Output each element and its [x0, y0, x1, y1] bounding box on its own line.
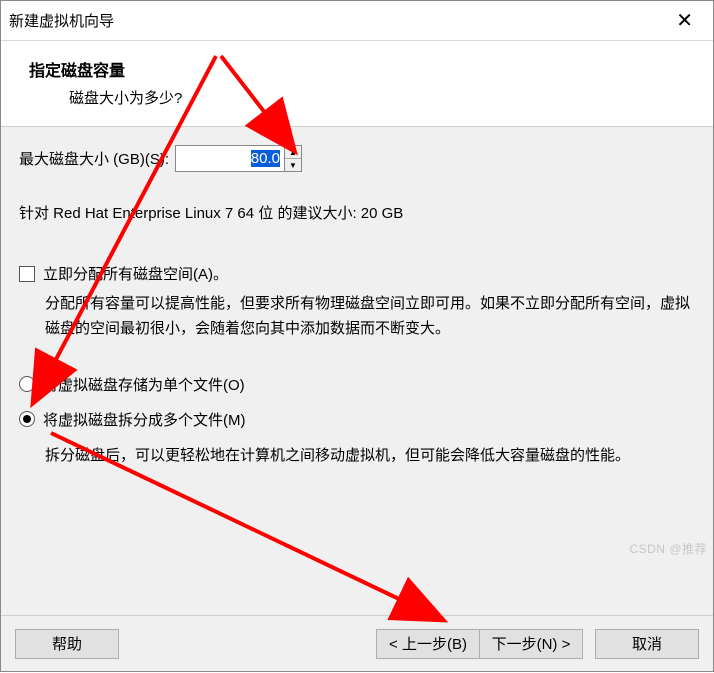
page-title: 指定磁盘容量	[29, 57, 693, 81]
titlebar: 新建虚拟机向导 ✕	[1, 1, 713, 41]
header-panel: 指定磁盘容量 磁盘大小为多少?	[1, 41, 713, 127]
recommended-size-text: 针对 Red Hat Enterprise Linux 7 64 位 的建议大小…	[19, 202, 695, 223]
store-single-radio[interactable]	[19, 376, 35, 392]
store-single-label[interactable]: 将虚拟磁盘存储为单个文件(O)	[43, 374, 245, 395]
allocate-now-row: 立即分配所有磁盘空间(A)。	[19, 263, 695, 284]
content-area: 最大磁盘大小 (GB)(S): ▲ ▼ 针对 Red Hat Enterpris…	[1, 127, 713, 615]
page-subtitle: 磁盘大小为多少?	[29, 87, 693, 108]
spin-down-icon[interactable]: ▼	[285, 159, 301, 171]
store-split-row: 将虚拟磁盘拆分成多个文件(M)	[19, 409, 695, 430]
watermark-text: CSDN @推荐	[629, 540, 707, 557]
allocate-now-checkbox[interactable]	[19, 266, 35, 282]
next-button[interactable]: 下一步(N) >	[479, 629, 583, 659]
help-button[interactable]: 帮助	[15, 629, 119, 659]
spin-up-icon[interactable]: ▲	[285, 146, 301, 159]
spin-buttons: ▲ ▼	[284, 146, 301, 171]
close-icon[interactable]: ✕	[666, 4, 703, 37]
back-button[interactable]: < 上一步(B)	[376, 629, 480, 659]
store-split-description: 拆分磁盘后，可以更轻松地在计算机之间移动虚拟机，但可能会降低大容量磁盘的性能。	[19, 444, 695, 469]
disk-size-input[interactable]	[176, 146, 284, 171]
footer: 帮助 < 上一步(B) 下一步(N) > 取消	[1, 615, 713, 671]
store-split-label[interactable]: 将虚拟磁盘拆分成多个文件(M)	[43, 409, 246, 430]
disk-size-spinbox[interactable]: ▲ ▼	[175, 145, 302, 172]
store-split-radio[interactable]	[19, 411, 35, 427]
allocate-now-label[interactable]: 立即分配所有磁盘空间(A)。	[43, 263, 228, 284]
store-single-row: 将虚拟磁盘存储为单个文件(O)	[19, 374, 695, 395]
cancel-button[interactable]: 取消	[595, 629, 699, 659]
window-title: 新建虚拟机向导	[9, 10, 114, 31]
allocate-now-description: 分配所有容量可以提高性能，但要求所有物理磁盘空间立即可用。如果不立即分配所有空间…	[19, 292, 695, 342]
disk-size-label: 最大磁盘大小 (GB)(S):	[19, 148, 169, 169]
wizard-dialog: 新建虚拟机向导 ✕ 指定磁盘容量 磁盘大小为多少? 最大磁盘大小 (GB)(S)…	[0, 0, 714, 672]
disk-size-row: 最大磁盘大小 (GB)(S): ▲ ▼	[19, 145, 695, 172]
